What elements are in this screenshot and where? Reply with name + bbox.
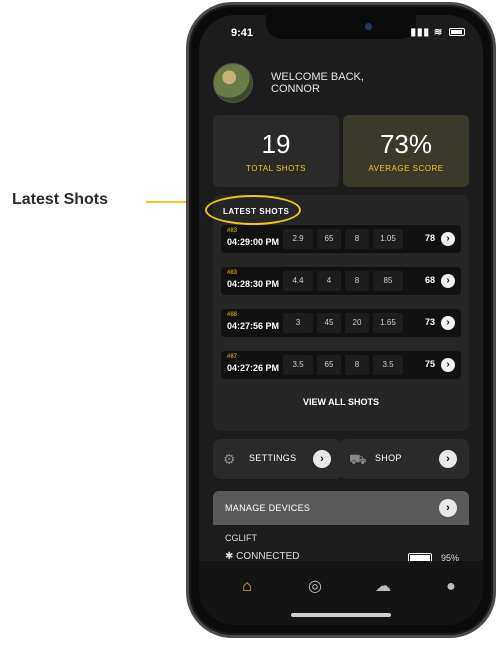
stage: Latest Shots 9:41 ▮▮▮ ≋ WELCOME BACK, CO… [0, 0, 498, 645]
shot-cell: 20 [345, 313, 369, 333]
callout-label: Latest Shots [12, 191, 109, 208]
chevron-right-icon[interactable]: › [441, 274, 455, 288]
welcome-line1: WELCOME BACK, [271, 71, 364, 83]
shot-score: 73 [424, 317, 435, 327]
shot-time: 04:29:00 PM [227, 237, 280, 247]
total-shots-label: TOTAL SHOTS [245, 164, 307, 173]
home-icon[interactable]: ⌂ [235, 575, 259, 599]
home-indicator [291, 613, 391, 617]
stats-section: 19 TOTAL SHOTS 73% AVERAGE SCORE [213, 115, 469, 187]
average-score-card[interactable]: 73% AVERAGE SCORE [343, 115, 469, 187]
latest-shots-title: LATEST SHOTS [223, 207, 290, 216]
shot-cell: 1.65 [373, 313, 403, 333]
shot-cell: 65 [317, 355, 341, 375]
status-bar: 9:41 ▮▮▮ ≋ [199, 27, 483, 43]
chevron-right-icon[interactable]: › [441, 358, 455, 372]
chevron-right-icon: › [439, 499, 457, 517]
shop-button[interactable]: ⛟ SHOP › [339, 439, 469, 479]
shot-time: 04:28:30 PM [227, 279, 280, 289]
cart-icon: ⛟ [349, 451, 367, 467]
shot-id: #88 [227, 312, 238, 318]
average-score-value: 73% [379, 129, 433, 159]
chevron-right-icon: › [313, 450, 331, 468]
shot-cell: 8 [345, 229, 369, 249]
shot-cell: 65 [317, 229, 341, 249]
manage-devices-header[interactable]: MANAGE DEVICES › [213, 491, 469, 525]
shot-score: 78 [424, 233, 435, 243]
shot-cell: 1.05 [373, 229, 403, 249]
shot-cell: 3.5 [283, 355, 313, 375]
shot-time: 04:27:26 PM [227, 363, 280, 373]
shot-cell: 8 [345, 271, 369, 291]
settings-button[interactable]: ⚙ SETTINGS › [213, 439, 343, 479]
shot-cell: 45 [317, 313, 341, 333]
gear-icon: ⚙ [223, 451, 236, 467]
device-name: CGLIFT [225, 533, 258, 543]
chat-icon[interactable]: ☁ [371, 575, 395, 599]
shot-row[interactable]: #87 04:27:26 PM 3.5 65 8 3.5 75 › [221, 351, 461, 379]
view-all-shots-button[interactable]: VIEW ALL SHOTS [213, 397, 469, 407]
chevron-right-icon: › [439, 450, 457, 468]
signal-icon: ▮▮▮ [410, 27, 431, 38]
shot-cell: 3 [283, 313, 313, 333]
shot-score: 68 [424, 275, 435, 285]
shot-cell: 2.9 [283, 229, 313, 249]
header: WELCOME BACK, CONNOR [213, 59, 469, 109]
shot-row[interactable]: #83 04:28:30 PM 4.4 4 8 85 68 › [221, 267, 461, 295]
shot-cell: 4.4 [283, 271, 313, 291]
shot-cell: 8 [345, 355, 369, 375]
total-shots-card[interactable]: 19 TOTAL SHOTS [213, 115, 339, 187]
status-time: 9:41 [231, 27, 254, 39]
wifi-icon: ≋ [433, 27, 444, 38]
profile-icon[interactable]: ● [439, 575, 463, 599]
shot-cell: 4 [317, 271, 341, 291]
target-icon[interactable]: ◎ [303, 575, 327, 599]
shot-time: 04:27:56 PM [227, 321, 280, 331]
phone-frame: 9:41 ▮▮▮ ≋ WELCOME BACK, CONNOR 19 TOTAL… [186, 2, 496, 638]
shop-label: SHOP [375, 453, 402, 463]
shot-id: #87 [227, 354, 238, 360]
phone-screen: 9:41 ▮▮▮ ≋ WELCOME BACK, CONNOR 19 TOTAL… [199, 15, 483, 625]
shot-cell: 3.5 [373, 355, 403, 375]
shot-cell: 85 [373, 271, 403, 291]
chevron-right-icon[interactable]: › [441, 316, 455, 330]
tab-bar: ⌂ ◎ ☁ ● [199, 561, 483, 625]
chevron-right-icon[interactable]: › [441, 232, 455, 246]
manage-devices-label: MANAGE DEVICES [225, 503, 311, 513]
shot-row[interactable]: #88 04:27:56 PM 3 45 20 1.65 73 › [221, 309, 461, 337]
shot-row[interactable]: #83 04:29:00 PM 2.9 65 8 1.05 78 › [221, 225, 461, 253]
welcome-name: CONNOR [271, 83, 320, 95]
shot-score: 75 [424, 359, 435, 369]
settings-label: SETTINGS [249, 453, 297, 463]
average-score-label: AVERAGE SCORE [368, 164, 444, 173]
action-buttons: ⚙ SETTINGS › ⛟ SHOP › [213, 439, 469, 479]
battery-icon [449, 28, 465, 36]
shot-id: #83 [227, 270, 238, 276]
total-shots-value: 19 [261, 129, 291, 159]
welcome-text: WELCOME BACK, CONNOR [271, 71, 364, 95]
avatar[interactable] [213, 63, 253, 103]
latest-shots-section: LATEST SHOTS #83 04:29:00 PM 2.9 65 8 1.… [205, 195, 469, 431]
shot-id: #83 [227, 228, 238, 234]
status-icons: ▮▮▮ ≋ [411, 27, 465, 38]
